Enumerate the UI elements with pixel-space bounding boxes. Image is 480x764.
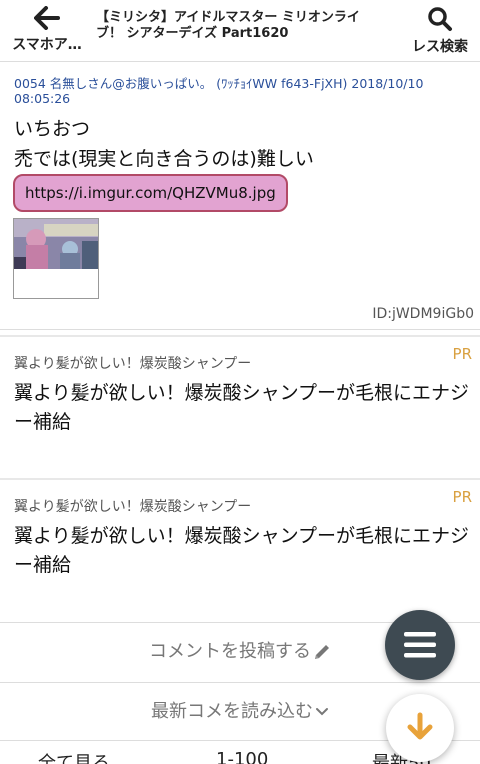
post-id-code: (ﾜｯﾁｮｲWW f643-FjXH) xyxy=(216,76,348,91)
arrow-down-icon xyxy=(407,712,433,740)
pr-label: PR xyxy=(452,345,472,363)
post-line: 禿では(現実と向き合うのは)難しい xyxy=(14,148,314,170)
search-button[interactable]: レス検索 xyxy=(408,4,472,58)
post-date: 2018/10/10 xyxy=(351,76,424,91)
app-header: スマホア… 【ミリシタ】アイドルマスター ミリオンライブ！ シアターデイズ Pa… xyxy=(0,0,480,62)
nav-range[interactable]: 1-100 xyxy=(216,749,268,764)
pr-label: PR xyxy=(452,488,472,506)
back-label: スマホア… xyxy=(12,37,82,53)
post-line: いちおつ xyxy=(14,118,91,140)
scroll-down-button[interactable] xyxy=(386,694,454,762)
ad-item[interactable]: PR 翼より髪が欲しい！爆炭酸シャンプー 翼より髪が欲しい！爆炭酸シャンプーが毛… xyxy=(0,335,480,477)
load-latest-label: 最新コメを読み込む xyxy=(151,701,313,722)
thread-title: 【ミリシタ】アイドルマスター ミリオンライブ！ シアターデイズ Part1620 xyxy=(96,10,360,41)
hamburger-menu-icon xyxy=(404,632,436,658)
pencil-icon xyxy=(315,645,329,659)
arrow-left-icon xyxy=(34,6,60,30)
post-comment-label: コメントを投稿する xyxy=(149,641,311,662)
post-user-id[interactable]: ID:jWDM9iGb0 xyxy=(372,306,474,322)
image-thumbnail[interactable] xyxy=(13,218,99,299)
back-button[interactable]: スマホア… xyxy=(4,4,90,58)
post-meta: 0054 名無しさん@お腹いっぱい。 (ﾜｯﾁｮｲWW f643-FjXH) 2… xyxy=(14,76,474,106)
nav-all[interactable]: 全て見る xyxy=(38,749,110,764)
ad-source: 翼より髪が欲しい！爆炭酸シャンプー xyxy=(14,499,252,515)
search-label: レス検索 xyxy=(412,39,468,55)
post-item: 0054 名無しさん@お腹いっぱい。 (ﾜｯﾁｮｲWW f643-FjXH) 2… xyxy=(0,68,480,330)
ad-text[interactable]: 翼より髪が欲しい！爆炭酸シャンプーが毛根にエナジー補給 xyxy=(14,522,474,580)
menu-button[interactable] xyxy=(385,610,455,680)
post-number[interactable]: 0054 xyxy=(14,76,46,91)
ad-item[interactable]: PR 翼より髪が欲しい！爆炭酸シャンプー 翼より髪が欲しい！爆炭酸シャンプーが毛… xyxy=(0,478,480,620)
post-author-name: 名無しさん@お腹いっぱい。 xyxy=(49,76,213,91)
ad-source: 翼より髪が欲しい！爆炭酸シャンプー xyxy=(14,356,252,372)
search-icon xyxy=(428,7,452,31)
post-body: いちおつ 禿では(現実と向き合うのは)難しい xyxy=(14,114,314,174)
image-link[interactable]: https://i.imgur.com/QHZVMu8.jpg xyxy=(13,174,288,212)
post-time: 08:05:26 xyxy=(14,91,71,106)
chevron-down-icon xyxy=(316,708,328,716)
ad-text[interactable]: 翼より髪が欲しい！爆炭酸シャンプーが毛根にエナジー補給 xyxy=(14,379,474,437)
